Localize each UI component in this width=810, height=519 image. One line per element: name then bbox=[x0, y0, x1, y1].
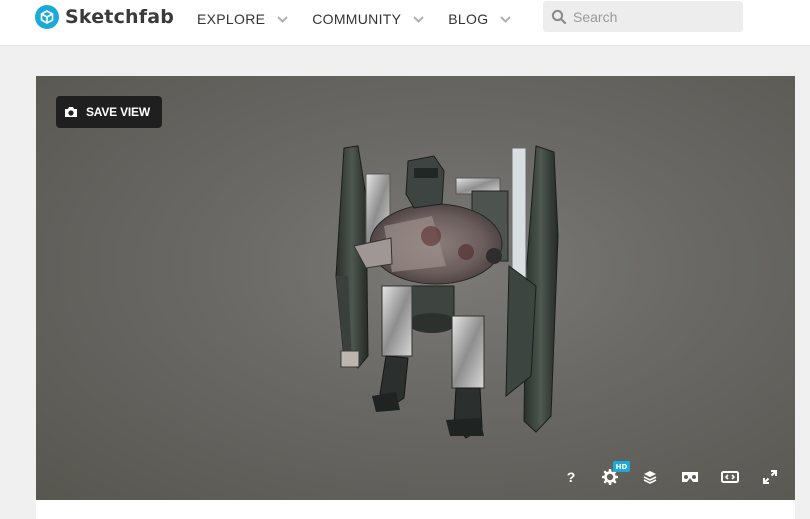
save-view-label: SAVE VIEW bbox=[86, 105, 150, 119]
search-box[interactable] bbox=[543, 1, 743, 32]
logo-cube-icon bbox=[35, 5, 59, 29]
chevron-down-icon bbox=[277, 15, 288, 23]
help-button[interactable]: ? bbox=[560, 466, 582, 488]
top-header: Sketchfab EXPLORE COMMUNITY BLOG bbox=[0, 0, 810, 46]
nav-community-label: COMMUNITY bbox=[312, 11, 402, 27]
layers-button[interactable] bbox=[639, 466, 661, 488]
fullscreen-button[interactable] bbox=[759, 466, 781, 488]
nav-blog-label: BLOG bbox=[448, 11, 489, 27]
vr-headset-icon bbox=[682, 472, 698, 482]
search-icon bbox=[551, 9, 567, 24]
help-label: ? bbox=[566, 469, 576, 485]
nav-blog[interactable]: BLOG bbox=[448, 10, 512, 28]
sketchfab-logo[interactable]: Sketchfab bbox=[35, 5, 174, 29]
viewer-controls-bar: ? bbox=[36, 466, 795, 488]
nav-explore-label: EXPLORE bbox=[197, 11, 266, 27]
logo-text: Sketchfab bbox=[65, 6, 175, 28]
chevron-down-icon bbox=[413, 15, 424, 23]
robot-model-render[interactable] bbox=[36, 76, 795, 500]
chevron-down-icon bbox=[500, 15, 512, 23]
model-info-panel bbox=[36, 500, 795, 519]
model-viewer[interactable]: SAVE VIEW ? HD bbox=[36, 76, 795, 500]
save-view-button[interactable]: SAVE VIEW bbox=[56, 96, 162, 128]
hd-badge: HD bbox=[613, 461, 630, 472]
layers-icon bbox=[643, 471, 657, 484]
fullscreen-icon bbox=[763, 470, 777, 484]
embed-code-icon bbox=[721, 471, 739, 483]
nav-community[interactable]: COMMUNITY bbox=[312, 10, 424, 28]
search-input[interactable] bbox=[573, 8, 733, 25]
vr-button[interactable] bbox=[679, 466, 701, 488]
nav-explore[interactable]: EXPLORE bbox=[197, 10, 288, 28]
camera-icon bbox=[65, 107, 77, 117]
main-nav: EXPLORE COMMUNITY BLOG bbox=[197, 10, 512, 28]
embed-button[interactable] bbox=[719, 466, 741, 488]
